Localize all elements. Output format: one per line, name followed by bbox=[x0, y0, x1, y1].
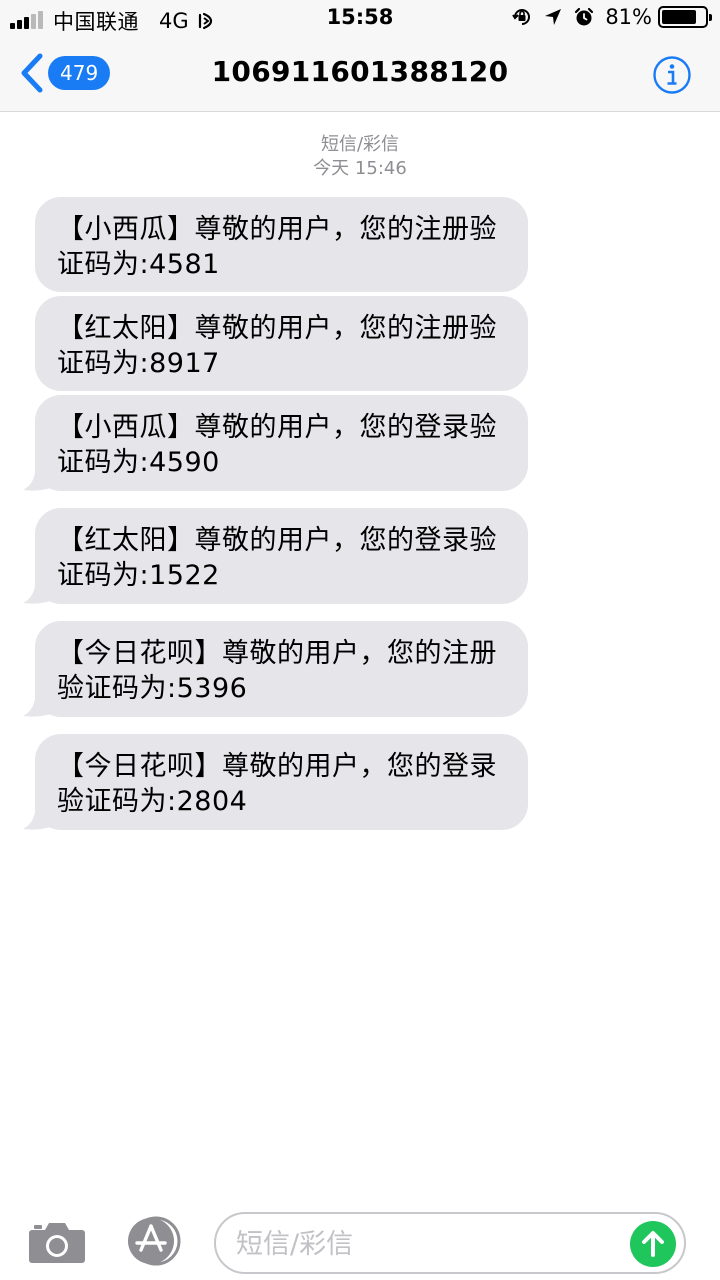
call-forward-icon bbox=[198, 12, 212, 30]
message-bubble[interactable]: 【红太阳】尊敬的用户，您的注册验证码为:8917 bbox=[35, 296, 528, 391]
status-left: 中国联通 4G bbox=[10, 6, 215, 36]
bubble-tail bbox=[23, 689, 53, 717]
unread-count-badge: 479 bbox=[48, 56, 111, 90]
back-button[interactable]: 479 bbox=[18, 52, 111, 94]
status-right: 81% bbox=[501, 5, 712, 29]
battery-fill bbox=[662, 10, 697, 24]
battery-icon bbox=[658, 6, 712, 28]
send-button[interactable] bbox=[630, 1221, 676, 1271]
camera-button[interactable] bbox=[28, 1220, 86, 1268]
message-text: 【今日花呗】尊敬的用户，您的登录验证码为:2804 bbox=[57, 751, 497, 817]
send-arrow-icon bbox=[630, 1221, 676, 1267]
app-store-icon bbox=[128, 1216, 181, 1266]
location-arrow-icon bbox=[545, 9, 562, 25]
nav-bar: 479 106911601388120 bbox=[0, 36, 720, 112]
network-type: 4G bbox=[159, 9, 189, 33]
message-text: 【红太阳】尊敬的用户，您的登录验证码为:1522 bbox=[57, 525, 497, 591]
bubble-tail bbox=[23, 463, 53, 491]
info-button[interactable] bbox=[652, 55, 692, 99]
message-text: 【今日花呗】尊敬的用户，您的注册验证码为:5396 bbox=[57, 638, 497, 704]
chevron-left-icon bbox=[21, 53, 43, 93]
alarm-icon bbox=[575, 7, 594, 26]
thread-timestamp: 今天 15:46 bbox=[313, 158, 407, 179]
app-store-button[interactable] bbox=[122, 1216, 186, 1270]
message-bubble[interactable]: 【今日花呗】尊敬的用户，您的注册验证码为:5396 bbox=[23, 621, 528, 717]
message-bubble[interactable]: 【红太阳】尊敬的用户，您的登录验证码为:1522 bbox=[23, 508, 528, 604]
thread-header: 短信/彩信 今天 15:46 bbox=[0, 133, 720, 181]
message-field[interactable] bbox=[214, 1212, 686, 1274]
message-input[interactable] bbox=[236, 1224, 616, 1264]
status-bar: 中国联通 4G 15:58 81% bbox=[0, 0, 720, 36]
signal-icon bbox=[10, 11, 45, 29]
carrier-name: 中国联通 bbox=[53, 10, 139, 34]
messages-screen: 中国联通 4G 15:58 81% 479 106911601388120 短信… bbox=[0, 0, 720, 1280]
compose-bar bbox=[0, 1200, 720, 1280]
message-bubble[interactable]: 【小西瓜】尊敬的用户，您的登录验证码为:4590 bbox=[23, 395, 528, 491]
battery-percent: 81% bbox=[605, 5, 652, 29]
service-label: 短信/彩信 bbox=[320, 134, 400, 155]
info-icon bbox=[653, 56, 691, 94]
message-text: 【红太阳】尊敬的用户，您的注册验证码为:8917 bbox=[57, 313, 497, 379]
camera-icon bbox=[29, 1223, 85, 1263]
message-text: 【小西瓜】尊敬的用户，您的注册验证码为:4581 bbox=[57, 214, 497, 280]
bubble-tail bbox=[23, 576, 53, 604]
message-bubble[interactable]: 【小西瓜】尊敬的用户，您的注册验证码为:4581 bbox=[35, 197, 528, 292]
rotation-lock-icon bbox=[512, 9, 531, 25]
message-bubble[interactable]: 【今日花呗】尊敬的用户，您的登录验证码为:2804 bbox=[23, 734, 528, 830]
bubble-tail bbox=[23, 802, 53, 830]
message-text: 【小西瓜】尊敬的用户，您的登录验证码为:4590 bbox=[57, 412, 497, 478]
